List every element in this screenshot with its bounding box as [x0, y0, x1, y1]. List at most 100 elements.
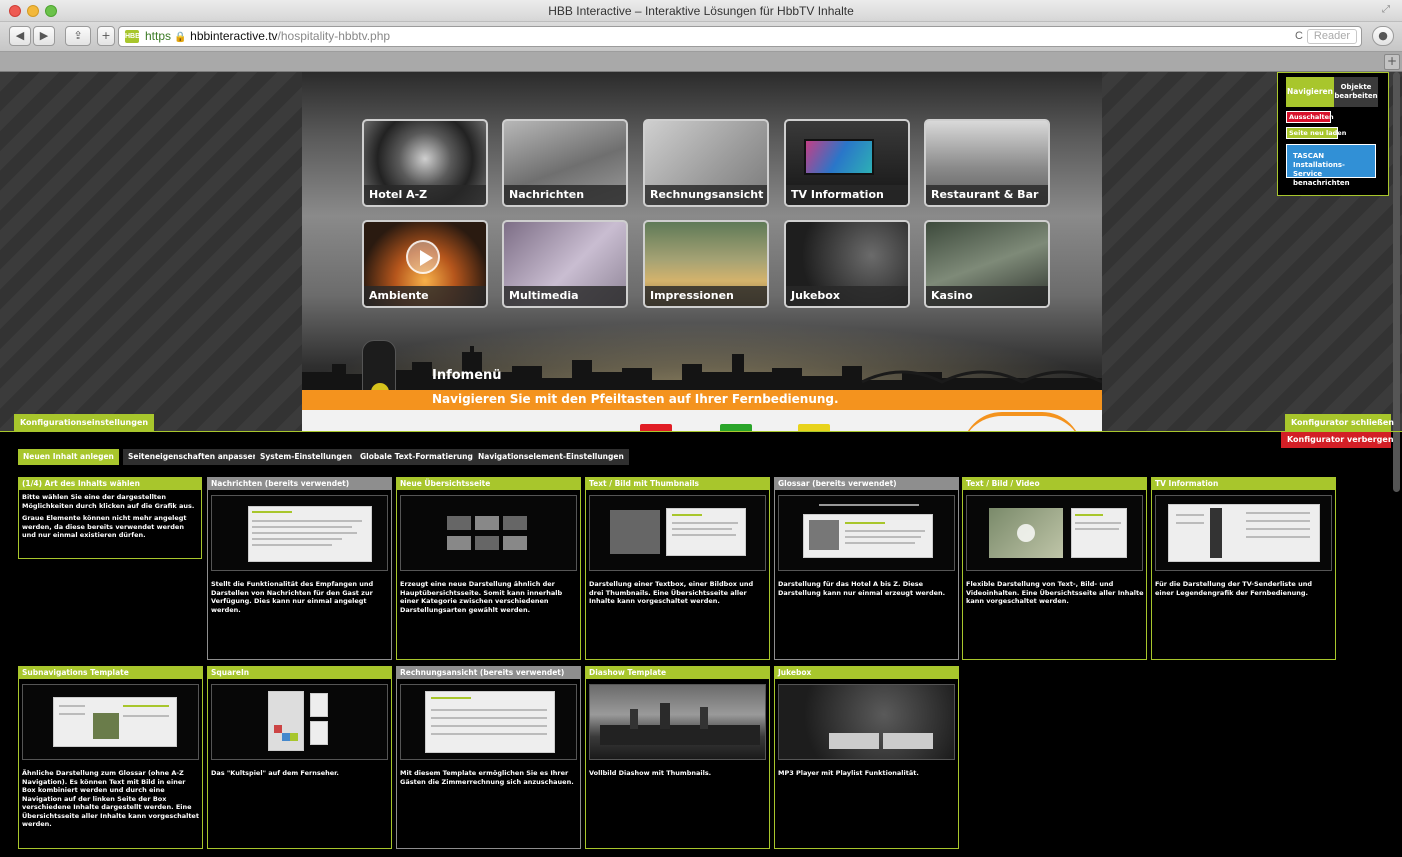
downloads-button[interactable]: ● — [1372, 26, 1394, 46]
share-icon: ⇪ — [73, 29, 83, 42]
card-title: Diashow Template — [586, 667, 769, 679]
tab-navigation-element[interactable]: Navigationselement-Einstellungen — [473, 449, 629, 465]
card-thumbnail — [966, 495, 1143, 571]
card-thumbnail — [778, 684, 955, 760]
card-description: Darstellung einer Textbox, einer Bildbox… — [589, 580, 754, 605]
template-card-overview[interactable]: Neue Übersichtsseite Erzeugt eine neue D… — [396, 477, 581, 660]
fullscreen-icon[interactable]: ⤢ — [1382, 4, 1394, 16]
card-title: TV Information — [1152, 478, 1335, 490]
card-title: Text / Bild / Video — [963, 478, 1146, 490]
url-path: /hospitality-hbbtv.php — [277, 29, 391, 43]
tile-jukebox[interactable]: Jukebox — [784, 220, 910, 308]
card-title: Text / Bild mit Thumbnails — [586, 478, 769, 490]
reload-page-button[interactable]: Seite neu laden — [1286, 127, 1346, 139]
tile-label: Nachrichten — [504, 185, 626, 205]
tile-restaurant-bar[interactable]: Restaurant & Bar — [924, 119, 1050, 207]
tile-multimedia[interactable]: Multimedia — [502, 220, 628, 308]
tab-edit-objects[interactable]: Objekte bearbeiten — [1334, 77, 1378, 107]
tile-label: Rechnungsansicht — [645, 185, 767, 205]
tile-label: Jukebox — [786, 286, 908, 306]
tile-hotel-a-z[interactable]: Hotel A-Z — [362, 119, 488, 207]
tile-label: Ambiente — [364, 286, 486, 306]
card-description: Mit diesem Template ermöglichen Sie es I… — [400, 769, 574, 786]
configuration-settings-button[interactable]: Konfigurationseinstellungen — [14, 414, 155, 432]
new-tab-button[interactable]: + — [97, 26, 115, 46]
step-line: Bitte wählen Sie eine der dargestellten … — [22, 493, 195, 510]
window-title: HBB Interactive – Interaktive Lösungen f… — [548, 4, 854, 18]
play-icon — [406, 240, 440, 274]
share-button[interactable]: ⇪ — [65, 26, 91, 46]
close-configurator-button[interactable]: Konfigurator schließen — [1285, 414, 1394, 432]
window-titlebar: HBB Interactive – Interaktive Lösungen f… — [0, 0, 1402, 22]
page-scrollbar[interactable] — [1393, 72, 1400, 492]
template-card-text-image-video[interactable]: Text / Bild / Video Flexible Darstellung… — [962, 477, 1147, 660]
hide-configurator-button[interactable]: Konfigurator verbergen — [1281, 432, 1394, 448]
add-tab-icon[interactable]: + — [1384, 54, 1400, 70]
card-title: Neue Übersichtsseite — [397, 478, 580, 490]
tile-impressionen[interactable]: Impressionen — [643, 220, 769, 308]
info-menu-bar: Navigieren Sie mit den Pfeiltasten auf I… — [302, 390, 1102, 410]
tile-tv-information[interactable]: TV Information — [784, 119, 910, 207]
power-off-button[interactable]: Ausschalten — [1286, 111, 1334, 123]
step-instructions: Bitte wählen Sie eine der dargestellten … — [19, 490, 201, 543]
card-thumbnail — [400, 684, 577, 760]
template-card-nachrichten[interactable]: Nachrichten (bereits verwendet) Stellt d… — [207, 477, 392, 660]
reload-icon[interactable]: C — [1295, 27, 1303, 46]
tile-label: Hotel A-Z — [364, 185, 486, 205]
tv-preview: Hotel A-Z Nachrichten Rechnungsansicht T… — [302, 72, 1102, 432]
template-card-text-image-thumbnails[interactable]: Text / Bild mit Thumbnails Darstellung e… — [585, 477, 770, 660]
card-thumbnail — [211, 684, 388, 760]
tile-nachrichten[interactable]: Nachrichten — [502, 119, 628, 207]
card-description: Ähnliche Darstellung zum Glossar (ohne A… — [22, 769, 199, 828]
tile-label: Kasino — [926, 286, 1048, 306]
card-title: Nachrichten (bereits verwendet) — [208, 478, 391, 490]
tab-system-settings[interactable]: System-Einstellungen — [255, 449, 358, 465]
tile-ambiente[interactable]: Ambiente — [362, 220, 488, 308]
forward-button[interactable]: ▶ — [33, 26, 55, 46]
card-title: Glossar (bereits verwendet) — [775, 478, 958, 490]
city-skyline — [302, 346, 1102, 390]
template-card-jukebox[interactable]: Jukebox MP3 Player mit Playlist Funktion… — [774, 666, 959, 849]
tab-page-properties[interactable]: Seiteneigenschaften anpassen — [123, 449, 263, 465]
card-description: Stellt die Funktionalität des Empfangen … — [211, 580, 374, 614]
card-thumbnail — [22, 684, 199, 760]
url-host: hbbinteractive.tv — [190, 29, 278, 43]
template-card-subnavigation[interactable]: Subnavigations Template Ähnliche Darstel… — [18, 666, 203, 849]
site-favicon-icon: HBB — [125, 30, 140, 43]
card-description: Für die Darstellung der TV-Senderliste u… — [1155, 580, 1312, 597]
card-description: Flexible Darstellung von Text-, Bild- un… — [966, 580, 1144, 605]
info-menu-title: Infomenü — [432, 368, 502, 383]
card-description: Erzeugt eine neue Darstellung ähnlich de… — [400, 580, 563, 614]
info-menu-hint: Navigieren Sie mit den Pfeiltasten auf I… — [432, 392, 839, 406]
lock-icon: 🔒 — [174, 32, 187, 43]
template-card-squarein[interactable]: SquareIn Das "Kultspiel" auf dem Fernseh… — [207, 666, 392, 849]
reader-button[interactable]: Reader — [1306, 29, 1357, 44]
card-description: Vollbild Diashow mit Thumbnails. — [589, 769, 712, 777]
url-scheme: https — [145, 29, 172, 43]
url-text: https 🔒 hbbinteractive.tv/hospitality-hb… — [145, 27, 390, 47]
template-card-diashow[interactable]: Diashow Template Vollbild Diashow mit Th… — [585, 666, 770, 849]
tab-navigate[interactable]: Navigieren — [1286, 77, 1334, 107]
tab-strip: + — [0, 52, 1402, 72]
tv-screen-graphic — [804, 139, 874, 175]
tab-global-text-format[interactable]: Globale Text-Formatierung — [355, 449, 478, 465]
navigation-panel: Navigieren Objekte bearbeiten Ausschalte… — [1277, 72, 1389, 196]
tab-new-content[interactable]: Neuen Inhalt anlegen — [18, 449, 119, 465]
tile-kasino[interactable]: Kasino — [924, 220, 1050, 308]
card-thumbnail — [589, 495, 766, 571]
step-title: (1/4) Art des Inhalts wählen — [19, 478, 201, 490]
template-card-invoice[interactable]: Rechnungsansicht (bereits verwendet) Mit… — [396, 666, 581, 849]
notify-tascan-button[interactable]: TASCAN Installations-Service benachricht… — [1286, 144, 1376, 187]
tile-label: Multimedia — [504, 286, 626, 306]
template-card-tv-information[interactable]: TV Information Für die Darstellung der T… — [1151, 477, 1336, 660]
card-title: SquareIn — [208, 667, 391, 679]
template-card-glossar[interactable]: Glossar (bereits verwendet) Darstellung … — [774, 477, 959, 660]
screen: HBB Interactive – Interaktive Lösungen f… — [0, 0, 1402, 857]
tile-label: TV Information — [786, 185, 908, 205]
tile-rechnungsansicht[interactable]: Rechnungsansicht — [643, 119, 769, 207]
card-thumbnail — [1155, 495, 1332, 571]
back-button[interactable]: ◀ — [9, 26, 31, 46]
forward-icon: ▶ — [39, 29, 49, 42]
address-bar[interactable]: HBB https 🔒 hbbinteractive.tv/hospitalit… — [118, 26, 1362, 47]
card-title: Jukebox — [775, 667, 958, 679]
